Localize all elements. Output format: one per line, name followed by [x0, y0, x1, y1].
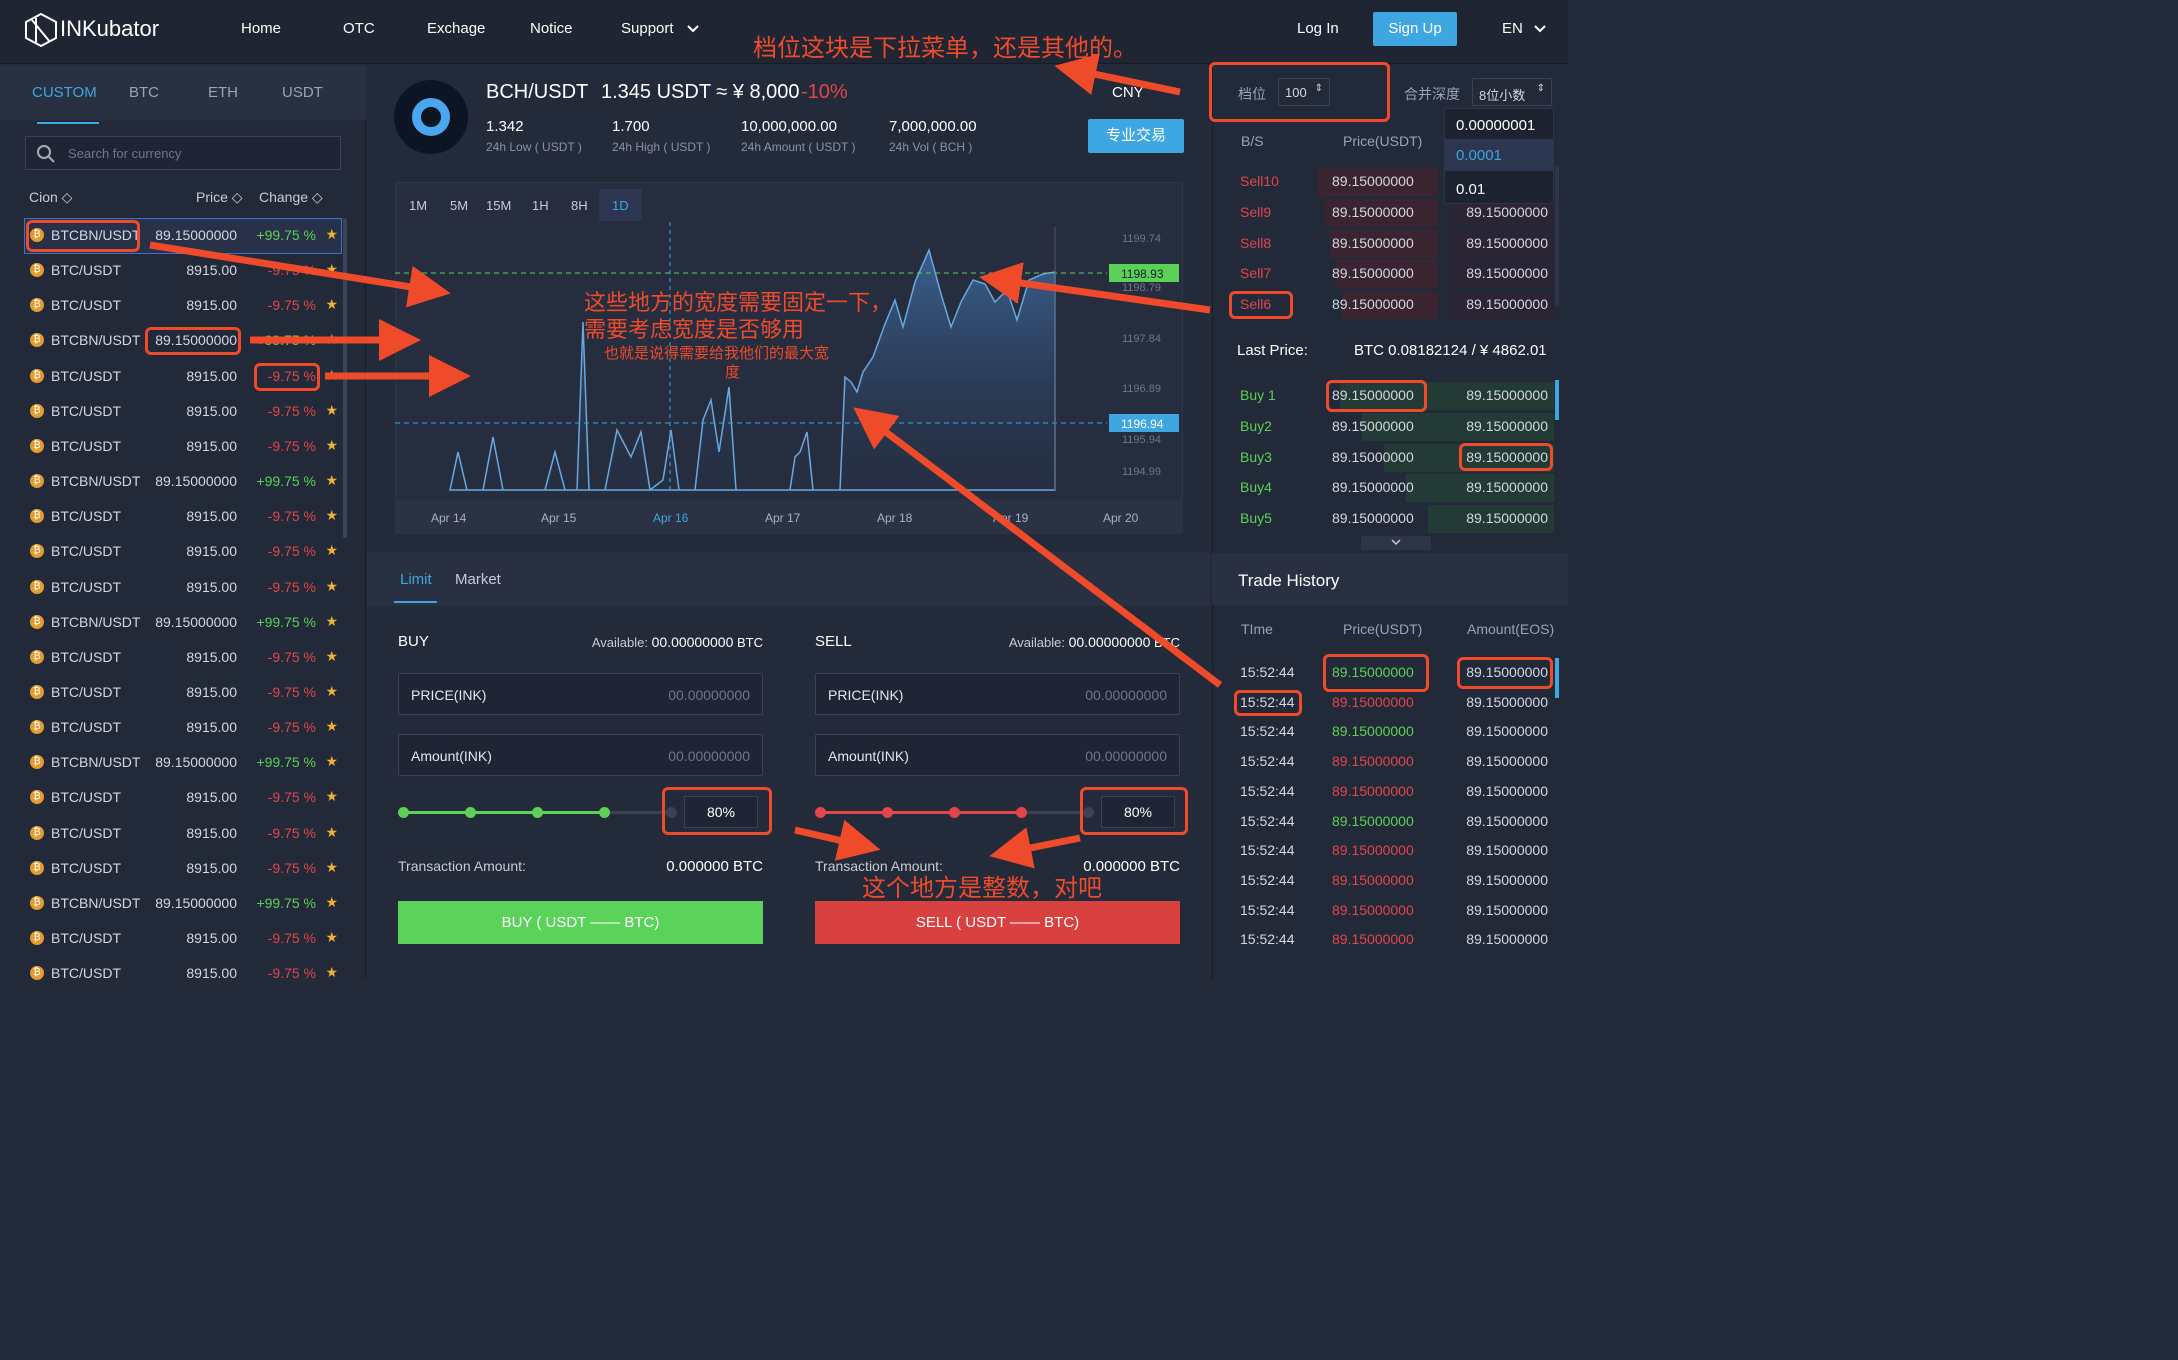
annotation-note: 档位这块是下拉菜单，还是其他的。 — [753, 34, 1137, 62]
annotation-arrows — [149, 53, 1223, 869]
annotation-note: 需要考虑宽度是否够用 — [584, 318, 805, 343]
annotation-note: 度 — [725, 363, 741, 381]
app-root: INKubator Home OTC Exchage Notice Suppor… — [0, 0, 1568, 981]
annotation-note: 这个地方是整数，对吧 — [862, 874, 1102, 902]
annotation-note: 也就是说得需要给我他们的最大宽 — [604, 344, 830, 362]
